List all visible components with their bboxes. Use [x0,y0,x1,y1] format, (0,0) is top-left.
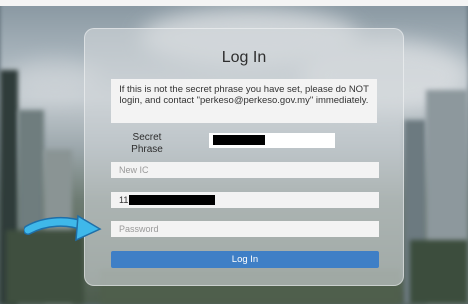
arrow-pointer-icon [24,214,102,242]
redacted-secret-phrase [213,135,265,145]
security-notice: If this is not the secret phrase you hav… [111,79,377,123]
new-ic-input[interactable]: New IC [111,162,379,178]
password-input[interactable]: Password [111,221,379,237]
secret-phrase-label: Secret Phrase [131,132,163,155]
login-button[interactable]: Log In [111,251,379,268]
login-panel: Log In If this is not the secret phrase … [84,28,404,286]
ic-number-input[interactable]: 11 [111,192,379,208]
secret-phrase-display [209,133,335,148]
redacted-ic-number [129,195,215,205]
login-title: Log In [221,49,267,66]
ic-value: 11 [119,195,129,205]
